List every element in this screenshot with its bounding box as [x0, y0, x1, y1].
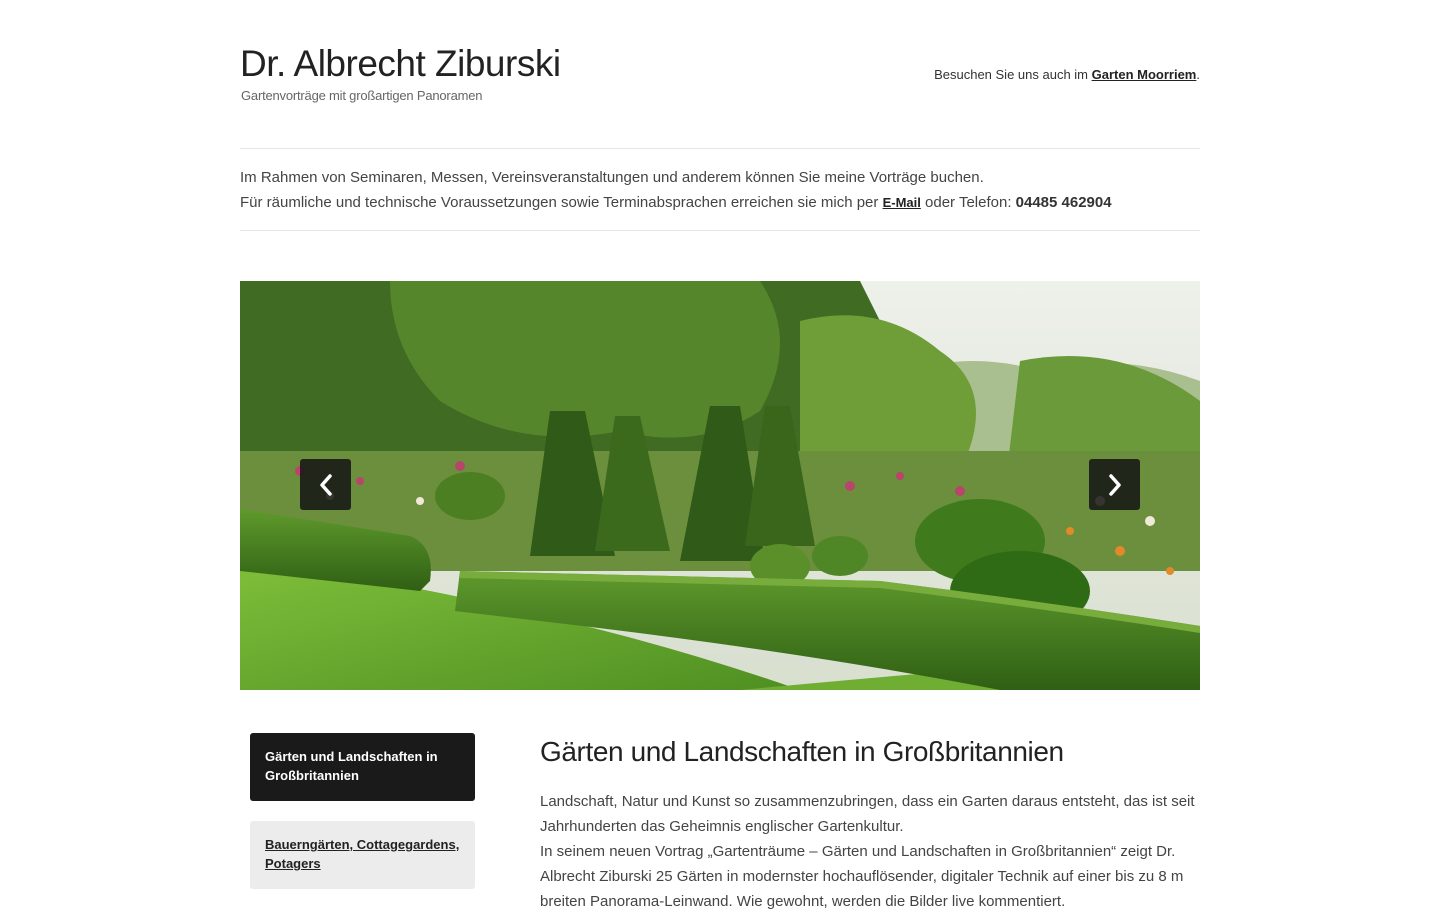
visit-prefix: Besuchen Sie uns auch im: [934, 67, 1092, 82]
garten-moorriem-link[interactable]: Garten Moorriem: [1092, 67, 1197, 82]
intro-text: Im Rahmen von Seminaren, Messen, Vereins…: [240, 165, 1112, 215]
visit-suffix: .: [1196, 67, 1200, 82]
header-visit-note: Besuchen Sie uns auch im Garten Moorriem…: [934, 67, 1200, 82]
content-body: Landschaft, Natur und Kunst so zusammenz…: [540, 789, 1205, 914]
intro-line-2-middle: oder Telefon:: [920, 194, 1016, 211]
divider: [240, 230, 1200, 231]
slider-next-button[interactable]: [1089, 459, 1140, 510]
divider: [240, 148, 1200, 149]
sidebar-item-gaerten-landschaften[interactable]: Gärten und Landschaften in Großbritannie…: [250, 733, 475, 801]
content-paragraph-1: Landschaft, Natur und Kunst so zusammenz…: [540, 793, 1195, 835]
intro-line-2: Für räumliche und technische Voraussetzu…: [240, 190, 1112, 215]
intro-line-2-prefix: Für räumliche und technische Voraussetzu…: [240, 194, 883, 211]
content-title: Gärten und Landschaften in Großbritannie…: [540, 736, 1064, 767]
content-paragraph-2: In seinem neuen Vortrag „Gartenträume – …: [540, 843, 1184, 910]
chevron-left-icon: [319, 473, 332, 496]
slider-prev-button[interactable]: [300, 459, 351, 510]
email-link[interactable]: E-Mail: [883, 195, 921, 210]
intro-line-1: Im Rahmen von Seminaren, Messen, Vereins…: [240, 169, 984, 186]
page: Dr. Albrecht Ziburski Gartenvorträge mit…: [0, 0, 1440, 910]
chevron-right-icon: [1108, 473, 1121, 496]
site-title[interactable]: Dr. Albrecht Ziburski: [240, 42, 561, 86]
sidebar-item-label: Gärten und Landschaften in Großbritannie…: [265, 749, 438, 783]
sidebar-item-bauerngaerten[interactable]: Bauerngärten, Cottagegardens, Potagers: [250, 821, 475, 889]
site-tagline: Gartenvorträge mit großartigen Panoramen: [241, 88, 483, 103]
phone-number: 04485 462904: [1015, 194, 1112, 211]
garden-panorama-image: [240, 281, 1200, 690]
sidebar-item-label: Bauerngärten, Cottagegardens, Potagers: [265, 837, 460, 871]
image-slider[interactable]: [240, 281, 1200, 690]
